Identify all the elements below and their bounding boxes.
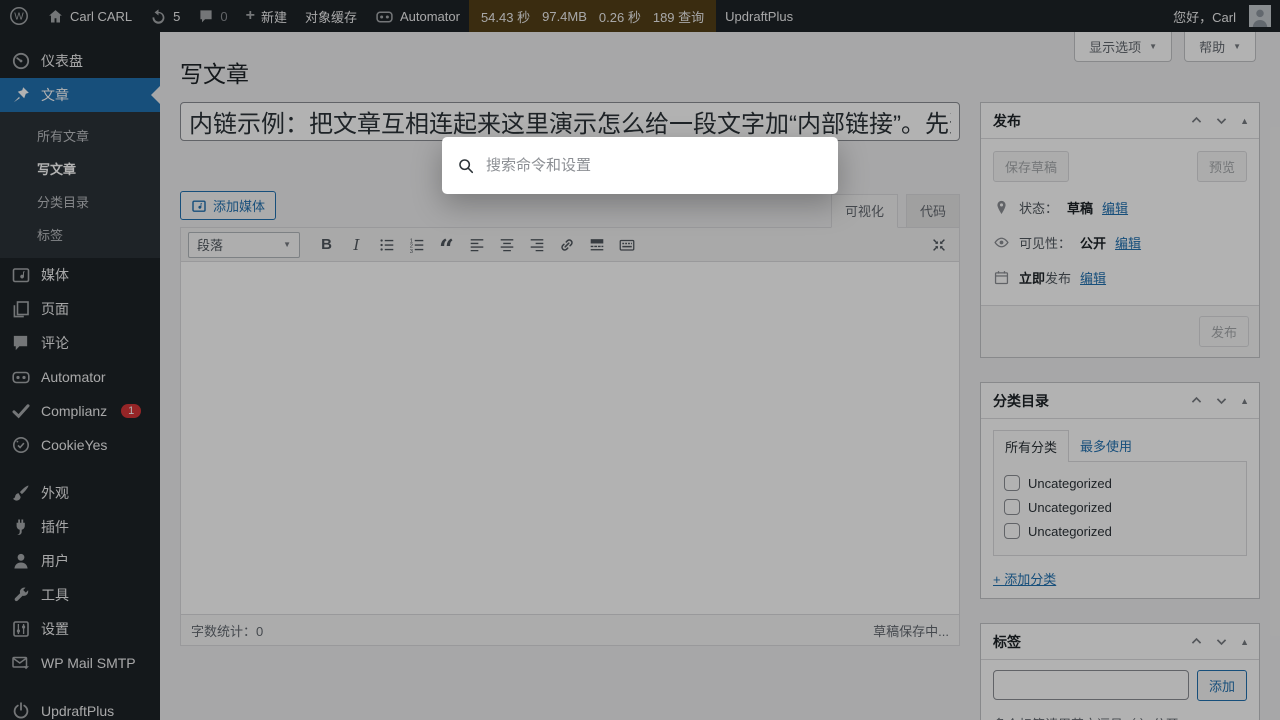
command-search-input[interactable] — [486, 157, 823, 174]
dim-overlay[interactable] — [0, 0, 1280, 720]
command-palette-modal — [442, 137, 838, 194]
search-icon — [457, 157, 475, 175]
